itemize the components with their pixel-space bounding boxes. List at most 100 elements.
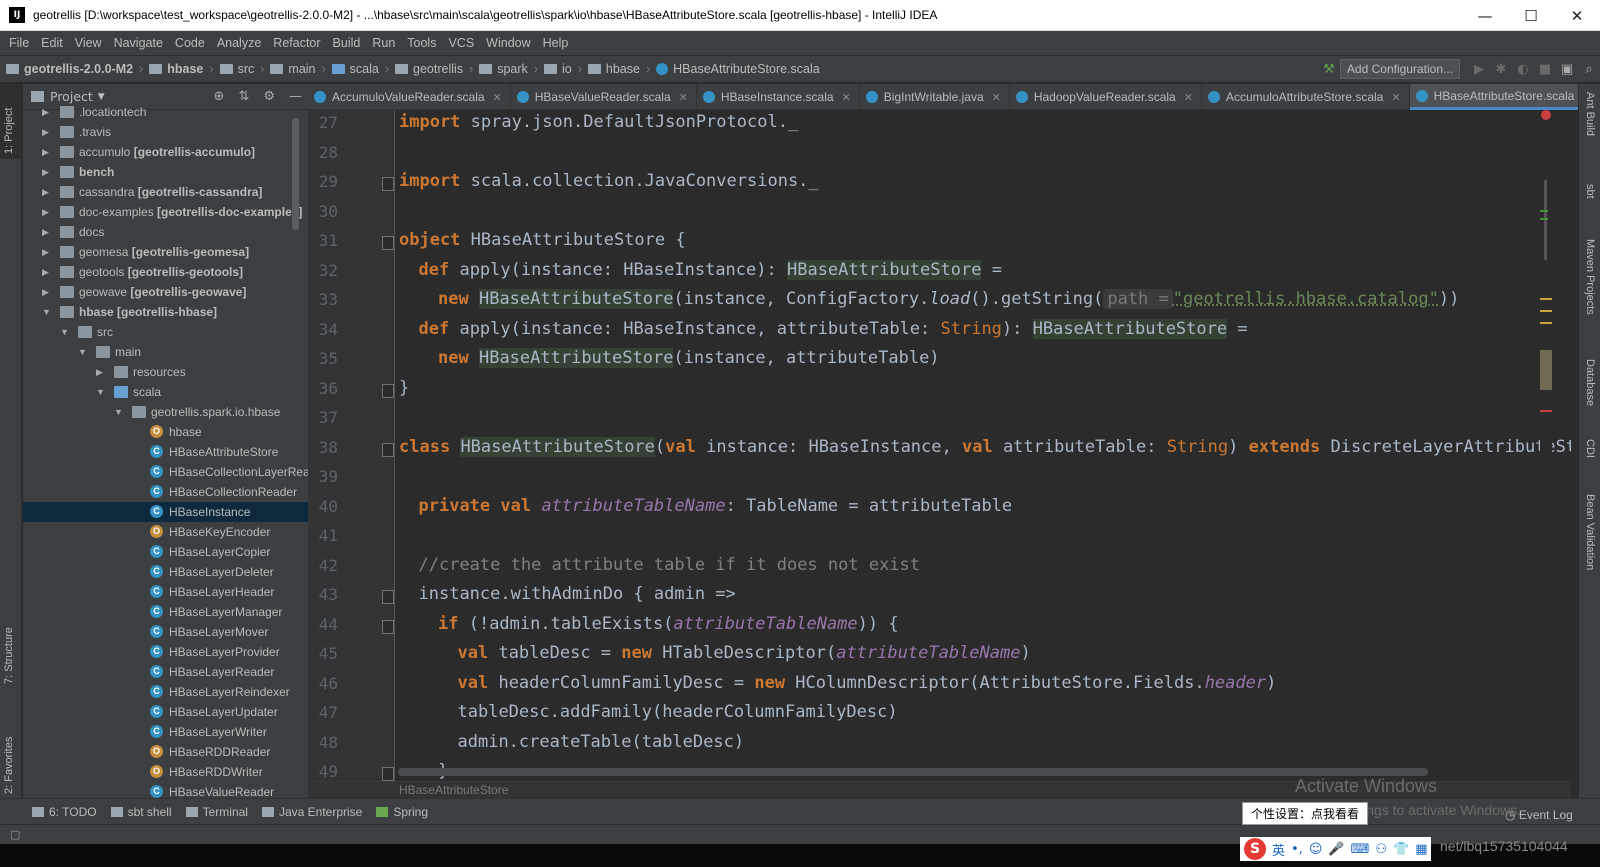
collapsed-arrow-icon[interactable]: ▶	[42, 282, 52, 302]
tool-tab-project[interactable]: 1: Project	[3, 108, 15, 154]
menu-tools[interactable]: Tools	[401, 36, 442, 50]
close-tab-icon[interactable]: ✕	[679, 91, 688, 104]
fold-marker-icon[interactable]	[382, 590, 394, 604]
editor-tab[interactable]: HBaseAttributeStore.scala✕	[1409, 84, 1600, 110]
menu-run[interactable]: Run	[366, 36, 401, 50]
tool-tab-maven[interactable]: Maven Projects	[1584, 239, 1596, 315]
collapsed-arrow-icon[interactable]: ▶	[42, 262, 52, 282]
project-structure-icon[interactable]: ▣	[1556, 62, 1578, 77]
tool-tab-structure[interactable]: 7: Structure	[3, 627, 15, 684]
chevron-down-icon[interactable]: ▼	[98, 92, 105, 102]
java-enterprise-tool-button[interactable]: Java Enterprise	[261, 805, 362, 819]
editor-tab[interactable]: AccumuloAttributeStore.scala ✕	[1202, 84, 1410, 110]
tree-row[interactable]: C HBaseLayerManager	[23, 602, 308, 622]
close-tab-icon[interactable]: ✕	[992, 91, 1001, 104]
breadcrumb-item[interactable]: spark ›	[479, 62, 538, 76]
expanded-arrow-icon[interactable]: ▼	[42, 302, 52, 322]
menu-vcs[interactable]: VCS	[442, 36, 480, 50]
menu-refactor[interactable]: Refactor	[267, 36, 326, 50]
close-tab-icon[interactable]: ✕	[493, 91, 502, 104]
tree-row[interactable]: C HBaseLayerUpdater	[23, 702, 308, 722]
tree-row[interactable]: ▶ .travis	[23, 122, 308, 142]
collapsed-arrow-icon[interactable]: ▶	[42, 162, 52, 182]
tree-row[interactable]: C HBaseLayerHeader	[23, 582, 308, 602]
tree-row[interactable]: O HBaseRDDReader	[23, 742, 308, 762]
breadcrumb-item[interactable]: src ›	[219, 62, 264, 76]
tree-row[interactable]: ▶ doc-examples [geotrellis-doc-examples]	[23, 202, 308, 222]
maximize-button[interactable]: ☐	[1508, 0, 1554, 31]
tree-row[interactable]: ▶ resources	[23, 362, 308, 382]
toolbox-icon[interactable]: ▦	[1415, 842, 1427, 857]
breadcrumb-item[interactable]: HBaseAttributeStore.scala	[656, 62, 820, 76]
menu-file[interactable]: File	[3, 36, 35, 50]
fold-marker-icon[interactable]	[382, 236, 394, 250]
tree-row[interactable]: ▼ src	[23, 322, 308, 342]
collapsed-arrow-icon[interactable]: ▶	[96, 362, 106, 382]
debug-icon[interactable]: ✱	[1490, 62, 1512, 77]
editor-horizontal-scrollbar[interactable]	[398, 768, 1428, 776]
tree-row[interactable]: ▶ cassandra [geotrellis-cassandra]	[23, 182, 308, 202]
ime-language-toggle[interactable]: 英	[1272, 840, 1285, 859]
editor-tab[interactable]: HadoopValueReader.scala ✕	[1010, 84, 1202, 110]
todo-tool-button[interactable]: 6: TODO	[32, 805, 97, 819]
breadcrumb-item[interactable]: geotrellis ›	[395, 62, 473, 76]
menu-build[interactable]: Build	[327, 36, 367, 50]
tree-row[interactable]: Ohbase	[23, 422, 308, 442]
terminal-tool-button[interactable]: Terminal	[185, 805, 248, 819]
code-editor[interactable]: 27 28 29 30 31 32 33 34 35 36 37 38 39 40 41 42 43 44 45 46…	[308, 110, 1571, 787]
tool-tab-ant-build[interactable]: Ant Build	[1584, 92, 1596, 136]
tree-row[interactable]: C HBaseLayerWriter	[23, 722, 308, 742]
spring-tool-button[interactable]: Spring	[376, 805, 428, 819]
tree-row[interactable]: C HBaseLayerReader	[23, 662, 308, 682]
close-tab-icon[interactable]: ✕	[1391, 91, 1400, 104]
tree-row[interactable]: ▼ scala	[23, 382, 308, 402]
punctuation-icon[interactable]: •,	[1291, 842, 1303, 857]
editor-tab[interactable]: AccumuloValueReader.scala ✕	[308, 84, 511, 110]
tree-row[interactable]: O HBaseKeyEncoder	[23, 522, 308, 542]
stop-icon[interactable]: ■	[1534, 62, 1556, 77]
fold-marker-icon[interactable]	[382, 383, 394, 398]
menu-navigate[interactable]: Navigate	[108, 36, 169, 50]
collapsed-arrow-icon[interactable]: ▶	[42, 202, 52, 222]
tool-tab-cdi[interactable]: CDI	[1584, 439, 1596, 458]
emoji-icon[interactable]: ☺	[1309, 842, 1323, 857]
run-icon[interactable]: ▶	[1468, 62, 1490, 77]
breadcrumb-item[interactable]: hbase ›	[587, 62, 650, 76]
tool-windows-toggle-icon[interactable]: ▢	[10, 828, 20, 841]
build-hammer-icon[interactable]: ⚒	[1318, 62, 1340, 77]
skin-icon[interactable]: 👕	[1393, 842, 1409, 857]
tree-row[interactable]: C HBaseCollectionLayerReader	[23, 462, 308, 482]
editor-tab[interactable]: BigIntWritable.java ✕	[860, 84, 1010, 110]
fold-marker-icon[interactable]	[382, 619, 394, 634]
menu-code[interactable]: Code	[169, 36, 211, 50]
tree-row[interactable]: C HBaseCollectionReader	[23, 482, 308, 502]
collapsed-arrow-icon[interactable]: ▶	[42, 182, 52, 202]
tree-row[interactable]: ▼ hbase [geotrellis-hbase]	[23, 302, 308, 322]
editor-breadcrumb-text[interactable]: HBaseAttributeStore	[399, 783, 508, 797]
user-icon[interactable]: ⚇	[1375, 842, 1387, 857]
tree-row[interactable]: ▶ geotools [geotrellis-geotools]	[23, 262, 308, 282]
add-configuration-button[interactable]: Add Configuration...	[1339, 59, 1460, 79]
tool-tab-database[interactable]: Database	[1584, 359, 1596, 406]
close-tab-icon[interactable]: ✕	[1184, 91, 1193, 104]
tree-row[interactable]: C HBaseInstance	[23, 502, 308, 522]
sbt-shell-tool-button[interactable]: sbt shell	[110, 805, 172, 819]
tree-row[interactable]: ▼ main	[23, 342, 308, 362]
collapsed-arrow-icon[interactable]: ▶	[42, 142, 52, 162]
keyboard-icon[interactable]: ⌨	[1351, 842, 1370, 857]
editor-tab[interactable]: HBaseInstance.scala ✕	[697, 84, 860, 110]
close-tab-icon[interactable]: ✕	[842, 91, 851, 104]
tool-tab-bean-validation[interactable]: Bean Validation	[1584, 494, 1596, 570]
breadcrumb-item[interactable]: io ›	[543, 62, 582, 76]
menu-analyze[interactable]: Analyze	[211, 36, 267, 50]
tree-row[interactable]: C HBaseLayerProvider	[23, 642, 308, 662]
tree-row[interactable]: ▶ accumulo [geotrellis-accumulo]	[23, 142, 308, 162]
fold-marker-icon[interactable]	[382, 177, 394, 191]
tool-tab-sbt[interactable]: sbt	[1584, 184, 1596, 199]
menu-window[interactable]: Window	[480, 36, 536, 50]
tree-row[interactable]: C HBaseLayerReindexer	[23, 682, 308, 702]
tool-tab-favorites[interactable]: 2: Favorites	[3, 737, 15, 794]
collapsed-arrow-icon[interactable]: ▶	[42, 102, 52, 122]
tree-row[interactable]: ▶ .locationtech	[23, 102, 308, 122]
minimize-button[interactable]: —	[1462, 0, 1508, 31]
